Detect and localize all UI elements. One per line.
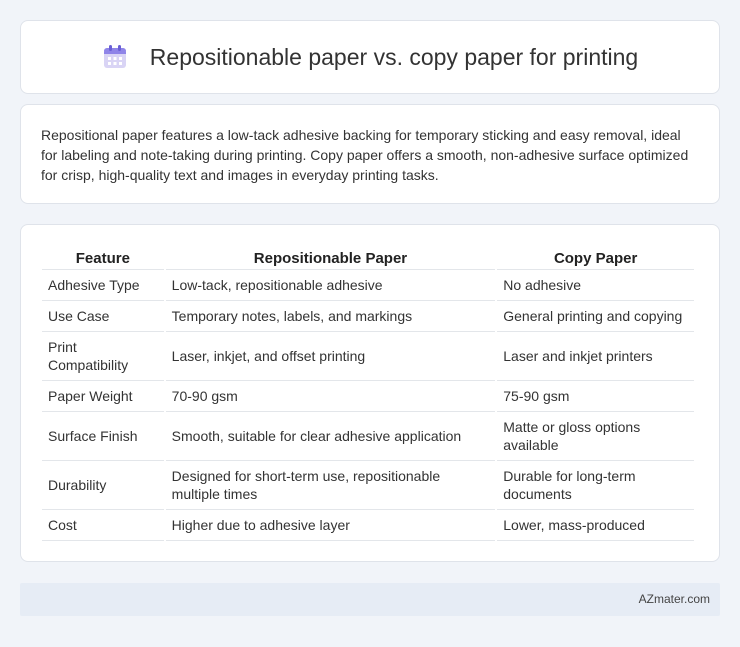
table-cell: Temporary notes, labels, and markings bbox=[165, 301, 496, 332]
table-cell: Adhesive Type bbox=[42, 270, 164, 301]
table-cell: Surface Finish bbox=[42, 412, 164, 461]
column-header: Repositionable Paper bbox=[165, 245, 496, 270]
table-cell: Matte or gloss options available bbox=[497, 412, 694, 461]
table-cell: Use Case bbox=[42, 301, 164, 332]
table-row: Use Case Temporary notes, labels, and ma… bbox=[42, 301, 694, 332]
table-cell: No adhesive bbox=[497, 270, 694, 301]
table-cell: Higher due to adhesive layer bbox=[165, 510, 496, 541]
table-row: Surface Finish Smooth, suitable for clea… bbox=[42, 412, 694, 461]
table-cell: Low-tack, repositionable adhesive bbox=[165, 270, 496, 301]
table-row: Adhesive Type Low-tack, repositionable a… bbox=[42, 270, 694, 301]
table-cell: Smooth, suitable for clear adhesive appl… bbox=[165, 412, 496, 461]
column-header: Feature bbox=[42, 245, 164, 270]
table-cell: Designed for short-term use, repositiona… bbox=[165, 461, 496, 510]
table-row: Paper Weight 70-90 gsm 75-90 gsm bbox=[42, 381, 694, 412]
table-cell: Paper Weight bbox=[42, 381, 164, 412]
footer-brand: AZmater.com bbox=[638, 592, 710, 606]
page-title: Repositionable paper vs. copy paper for … bbox=[149, 43, 639, 70]
table-cell: Lower, mass-produced bbox=[497, 510, 694, 541]
table-cell: Laser, inkjet, and offset printing bbox=[165, 332, 496, 381]
table-row: Cost Higher due to adhesive layer Lower,… bbox=[42, 510, 694, 541]
table-cell: 70-90 gsm bbox=[165, 381, 496, 412]
table-cell: General printing and copying bbox=[497, 301, 694, 332]
column-header: Copy Paper bbox=[497, 245, 694, 270]
table-cell: Laser and inkjet printers bbox=[497, 332, 694, 381]
table-row: Durability Designed for short-term use, … bbox=[42, 461, 694, 510]
footer: AZmater.com bbox=[20, 583, 720, 616]
calendar-icon bbox=[103, 45, 126, 68]
description-text: Repositional paper features a low-tack a… bbox=[41, 127, 689, 183]
table-row: Print Compatibility Laser, inkjet, and o… bbox=[42, 332, 694, 381]
table-cell: Durability bbox=[42, 461, 164, 510]
table-cell: Print Compatibility bbox=[42, 332, 164, 381]
description-card: Repositional paper features a low-tack a… bbox=[20, 104, 720, 204]
table-cell: Cost bbox=[42, 510, 164, 541]
comparison-card: Feature Repositionable Paper Copy Paper … bbox=[20, 224, 720, 562]
comparison-table: Feature Repositionable Paper Copy Paper … bbox=[40, 245, 696, 541]
table-header-row: Feature Repositionable Paper Copy Paper bbox=[42, 245, 694, 270]
table-cell: 75-90 gsm bbox=[497, 381, 694, 412]
title-card: Repositionable paper vs. copy paper for … bbox=[20, 20, 720, 94]
table-cell: Durable for long-term documents bbox=[497, 461, 694, 510]
